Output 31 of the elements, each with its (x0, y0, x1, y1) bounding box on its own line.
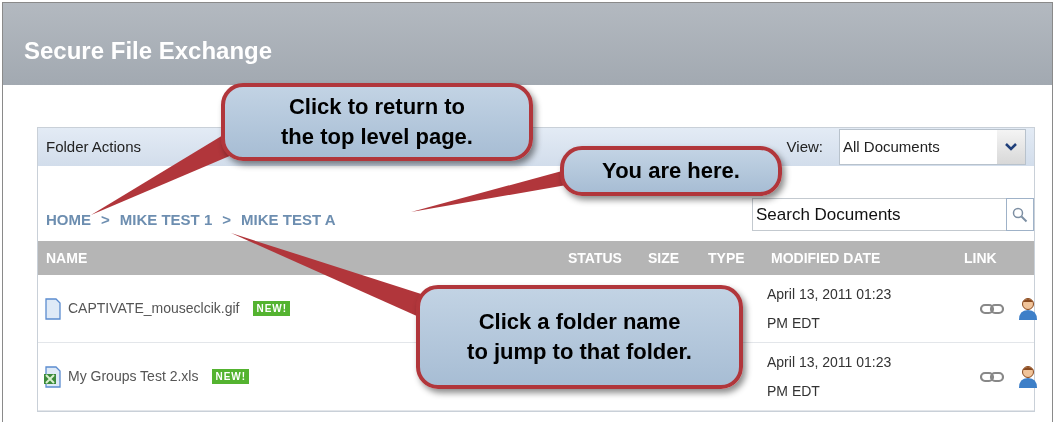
column-header: NAME (46, 249, 88, 266)
file-name[interactable]: My Groups Test 2.xls (68, 366, 199, 387)
column-header: TYPE (708, 249, 745, 266)
column-header: SIZE (648, 249, 680, 266)
callout-text: You are here. (602, 157, 740, 185)
callout-text: Click a folder name to jump to that folder. (467, 308, 692, 366)
column-header: MODIFIED DATE (771, 249, 881, 266)
column-header: LINK (964, 249, 997, 266)
date-text: April 13, 2011 01:23 PM EDT (766, 284, 893, 333)
search-field[interactable]: Search Documents (752, 198, 1006, 231)
new-badge: NEW! (253, 301, 291, 316)
spreadsheet-icon (44, 365, 62, 388)
callout-text: Click to return to the top level page. (281, 93, 473, 151)
window-title: Secure File Exchange (3, 3, 1052, 85)
column-header: STATUS (568, 249, 622, 266)
chain-link-icon (980, 302, 1004, 315)
breadcrumb-separator: > (101, 209, 110, 230)
chevron-down-icon (1005, 143, 1017, 151)
view-label: View: (786, 136, 823, 157)
menu-item[interactable]: Folder Actions (46, 135, 142, 159)
date-text: April 13, 2011 01:23 PM EDT (766, 352, 893, 401)
document-icon (44, 297, 62, 320)
breadcrumb-separator: > (222, 209, 232, 230)
person-icon (1018, 296, 1038, 321)
search-icon (1012, 206, 1028, 223)
search-button[interactable] (1006, 198, 1034, 231)
file-name[interactable]: CAPTIVATE_mouseclcik.gif (68, 298, 240, 319)
view-dropdown[interactable]: All Documents (839, 129, 1026, 165)
chain-link-icon (980, 370, 1004, 383)
person-icon (1018, 364, 1038, 389)
new-badge: NEW! (212, 369, 250, 384)
